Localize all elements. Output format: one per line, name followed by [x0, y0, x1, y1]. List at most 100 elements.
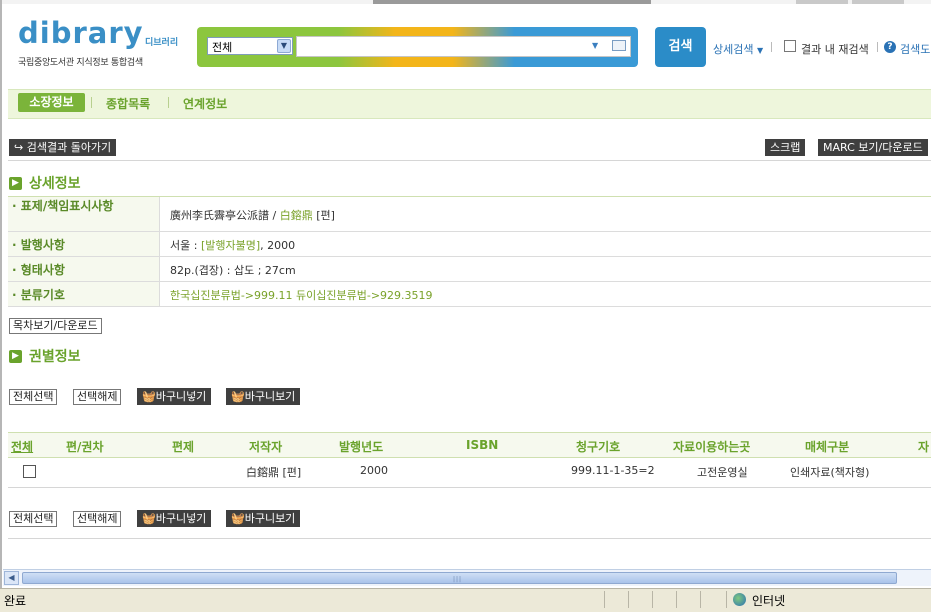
section-arrow-icon: ▶ — [9, 350, 22, 363]
within-results-checkbox[interactable] — [784, 40, 796, 52]
col-isbn: ISBN — [466, 438, 499, 452]
window-left-border — [0, 0, 2, 590]
marc-download-button[interactable]: MARC 보기/다운로드 — [818, 139, 928, 156]
advanced-search-link[interactable]: 상세검색 ▼ — [713, 41, 763, 57]
chevron-down-icon[interactable]: ▼ — [277, 39, 291, 53]
keyboard-icon[interactable] — [612, 40, 626, 51]
divider — [8, 160, 931, 161]
col-author: 저작자 — [249, 440, 283, 454]
detail-label: · 표제/책임표시사항 — [12, 199, 114, 213]
status-divider — [628, 591, 629, 608]
search-scope-value: 전체 — [212, 41, 233, 54]
search-input[interactable] — [296, 36, 631, 57]
caret-down-icon: ▼ — [756, 46, 764, 55]
basket-add-label: 바구니넣기 — [155, 512, 207, 525]
divider — [771, 42, 772, 52]
back-to-results-label: 검색결과 돌아가기 — [26, 141, 112, 154]
deselect-button-bottom[interactable]: 선택해제 — [73, 511, 122, 527]
detail-row-classification: · 분류기호 한국십진분류법->999.11 듀이십진분류법->929.3519 — [8, 282, 931, 307]
tab-union-catalog[interactable]: 종합목록 — [106, 95, 150, 112]
basket-icon: 🧺 — [142, 512, 156, 525]
status-divider — [652, 591, 653, 608]
col-location: 자료이용하는곳 — [673, 440, 751, 454]
basket-add-button-bottom[interactable]: 🧺바구니넣기 — [137, 510, 212, 527]
section-arrow-icon: ▶ — [9, 177, 22, 190]
within-results-label: 결과 내 재검색 — [801, 43, 869, 56]
horizontal-scrollbar[interactable]: ◀ ||| — [3, 569, 931, 586]
dropdown-arrow-icon[interactable]: ▼ — [592, 41, 598, 50]
col-year: 발행년도 — [339, 440, 384, 454]
detail-row-publication: · 발행사항 서울 : [발행자불명], 2000 — [8, 232, 931, 257]
detail-value-suffix: [편] — [312, 209, 335, 222]
logo-subtitle: 국립중앙도서관 지식정보 통합검색 — [18, 58, 143, 68]
detail-value: 82p.(겹장) : 삽도 ; 27cm — [170, 264, 296, 277]
cell-year: 2000 — [360, 464, 388, 477]
basket-view-label: 바구니보기 — [244, 390, 296, 403]
volume-heading: 권별정보 — [29, 349, 81, 365]
logo-wordmark: dibrary — [18, 16, 144, 50]
tab-divider — [91, 97, 92, 108]
classification-link[interactable]: 한국십진분류법->999.11 듀이십진분류법->929.3519 — [170, 287, 433, 303]
basket-add-button[interactable]: 🧺바구니넣기 — [137, 388, 212, 405]
basket-view-button-bottom[interactable]: 🧺바구니보기 — [226, 510, 301, 527]
top-toolbar-strip — [0, 0, 931, 4]
scroll-left-icon[interactable]: ◀ — [4, 571, 19, 585]
detail-row-title: · 표제/책임표시사항 廣州李氏霽亭公派譜 / 白鎔鼎 [편] — [8, 197, 931, 232]
col-select-all[interactable]: 전체 — [11, 438, 33, 455]
status-divider — [726, 591, 727, 608]
search-scope-select[interactable]: 전체 ▼ — [207, 37, 293, 55]
deselect-button[interactable]: 선택해제 — [73, 389, 122, 405]
tab-linked-info[interactable]: 연계정보 — [183, 95, 227, 112]
detail-row-physical: · 형태사항 82p.(겹장) : 삽도 ; 27cm — [8, 257, 931, 282]
cell-location-link[interactable]: 고전운영실 — [697, 464, 748, 480]
advanced-search-label: 상세검색 — [713, 43, 754, 56]
publisher-link[interactable]: [발행자불명] — [201, 239, 260, 252]
back-to-results-button[interactable]: ↪ 검색결과 돌아가기 — [9, 139, 117, 156]
divider — [8, 538, 931, 539]
divider — [877, 42, 878, 52]
tab-holdings[interactable]: 소장정보 — [18, 93, 85, 112]
basket-view-button[interactable]: 🧺바구니보기 — [226, 388, 301, 405]
select-all-button[interactable]: 전체선택 — [9, 389, 58, 405]
basket-icon: 🧺 — [231, 512, 245, 525]
col-more: 자 — [918, 440, 930, 454]
volume-table-header: 전체 편/권차 편제 저작자 발행년도 ISBN 청구기호 자료이용하는곳 매체… — [8, 432, 931, 458]
detail-label: · 형태사항 — [12, 263, 65, 277]
status-bar — [0, 588, 931, 612]
col-part: 편제 — [172, 440, 195, 454]
cell-author: 白鎔鼎 [편] — [246, 466, 302, 479]
basket-icon: 🧺 — [142, 390, 156, 403]
status-divider — [700, 591, 701, 608]
detail-label: · 분류기호 — [12, 288, 65, 302]
col-call-number: 청구기호 — [576, 440, 621, 454]
detail-label: · 발행사항 — [12, 238, 65, 252]
detail-heading: 상세정보 — [29, 176, 81, 192]
basket-view-label: 바구니보기 — [244, 512, 296, 525]
toc-download-button[interactable]: 목차보기/다운로드 — [9, 318, 102, 334]
cell-call-number: 999.11-1-35=2 — [571, 464, 655, 477]
help-icon[interactable]: ? — [884, 41, 896, 53]
detail-value: 廣州李氏霽亭公派譜 / — [170, 209, 280, 222]
globe-icon — [733, 593, 746, 606]
author-link[interactable]: 白鎔鼎 — [280, 209, 313, 222]
grip-icon: ||| — [453, 576, 463, 583]
search-help-link[interactable]: 검색도 — [900, 41, 930, 57]
detail-value-suffix: , 2000 — [260, 239, 296, 252]
cell-media: 인쇄자료(책자형) — [790, 466, 870, 479]
basket-icon: 🧺 — [231, 390, 245, 403]
divider — [8, 487, 931, 488]
logo-korean: 디브러리 — [145, 38, 179, 48]
detail-value: 서울 : — [170, 239, 201, 252]
basket-add-label: 바구니넣기 — [155, 390, 207, 403]
scrollbar-thumb[interactable]: ||| — [22, 572, 897, 584]
dibrary-logo[interactable]: dibrary 디브러리 국립중앙도서관 지식정보 통합검색 — [18, 16, 193, 70]
security-zone-label: 인터넷 — [752, 594, 786, 608]
col-media: 매체구분 — [805, 440, 850, 454]
status-divider — [604, 591, 605, 608]
return-arrow-icon: ↪ — [14, 141, 24, 154]
search-button[interactable]: 검색 — [655, 27, 706, 67]
row-checkbox[interactable] — [23, 465, 36, 478]
scrap-button[interactable]: 스크랩 — [765, 139, 806, 156]
status-divider — [676, 591, 677, 608]
select-all-button-bottom[interactable]: 전체선택 — [9, 511, 58, 527]
